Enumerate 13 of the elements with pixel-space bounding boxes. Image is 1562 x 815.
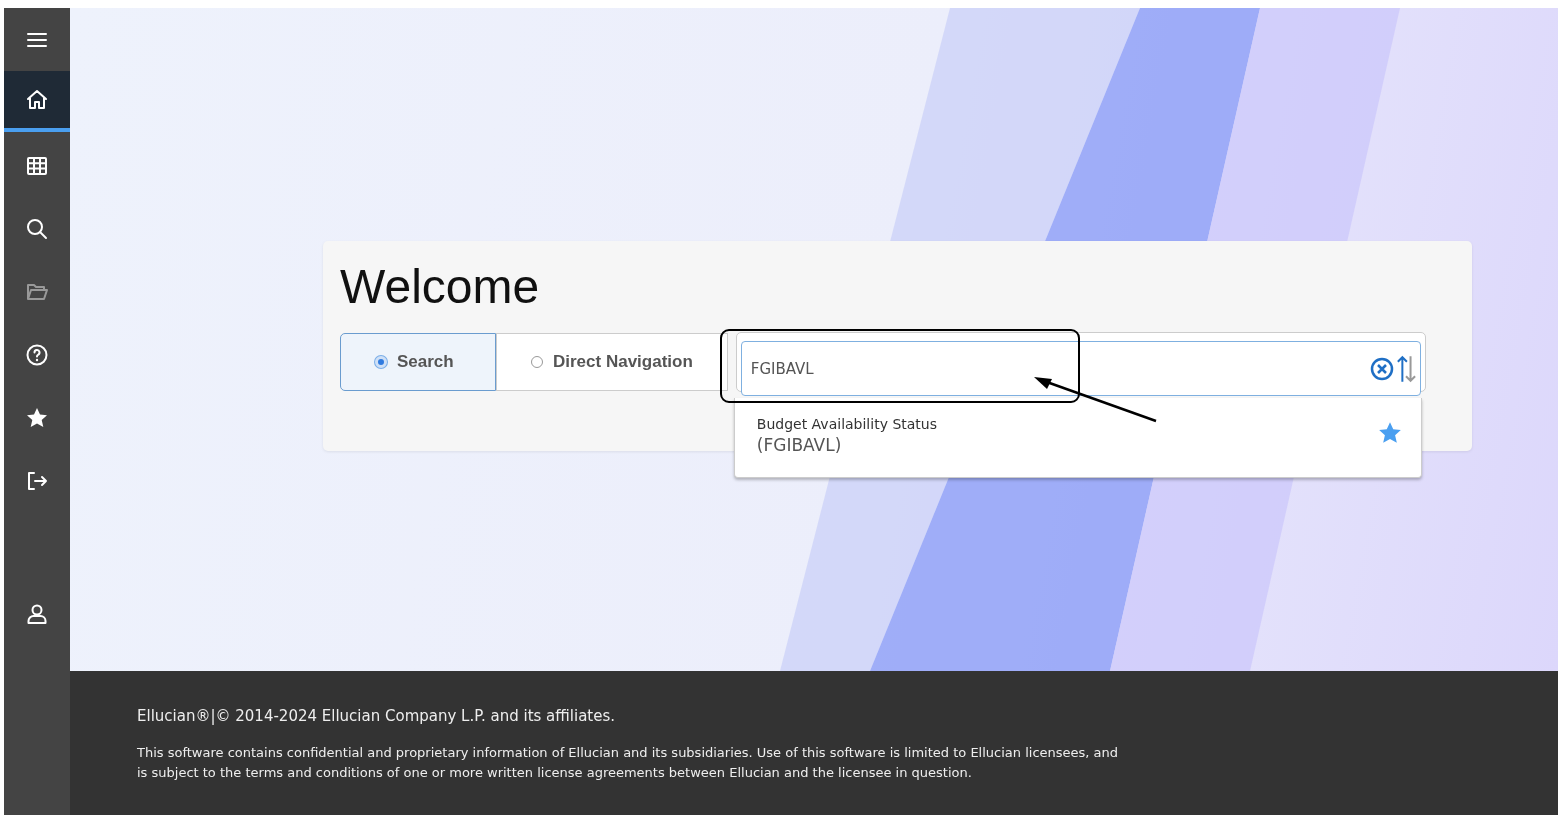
legal-notice: This software contains confidential and proprietary information of Ellucian and its subsidiaries. Use of this software is limited to Ellucian licensees, and is subject to the terms and conditions of one or more written license agreements between Ellucian and the licensee in question.	[137, 744, 1120, 782]
copyright-text: Ellucian®|© 2014-2024 Ellucian Company L.P. and its affiliates.	[137, 707, 616, 725]
search-icon[interactable]	[25, 216, 49, 241]
search-bar[interactable]: FGIBAVL	[740, 341, 1421, 396]
sort-icon[interactable]	[1395, 353, 1416, 384]
result-code[interactable]: (FGIBAVL)	[756, 435, 937, 455]
welcome-heading: Welcome	[340, 259, 541, 315]
help-icon[interactable]	[25, 342, 49, 367]
home-icon[interactable]	[25, 87, 49, 112]
result-title[interactable]: Budget Availability Status	[756, 416, 937, 432]
mode-tab[interactable]: Search	[340, 333, 496, 391]
clear-icon[interactable]	[1369, 356, 1394, 381]
mode-tab[interactable]: Direct Navigation	[496, 333, 728, 391]
